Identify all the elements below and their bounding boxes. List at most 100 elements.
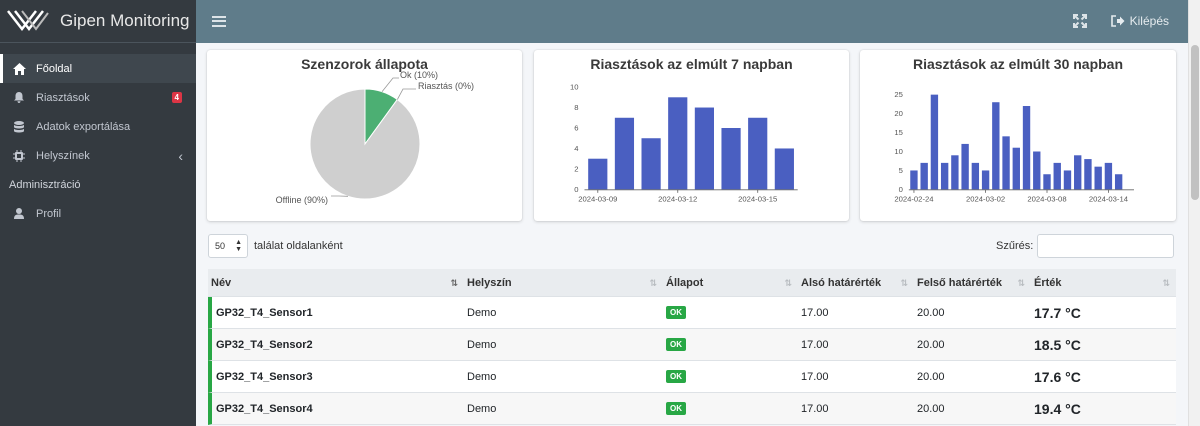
chevron-left-icon: ‹ (178, 147, 183, 164)
bar (721, 128, 741, 190)
bell-icon (12, 91, 26, 105)
sidebar-item-label: Adatok exportálása (36, 120, 131, 133)
table-body: GP32_T4_Sensor1 Demo OK 17.00 20.00 17.7… (208, 297, 1176, 425)
sensor-value: 17.7 °C (1034, 304, 1081, 321)
bar (992, 102, 1000, 190)
column-label: Állapot (666, 276, 704, 289)
x-tick-label: 2024-03-12 (658, 194, 697, 203)
pie-label: Offline (90%) (276, 195, 328, 205)
filter-input[interactable] (1037, 234, 1175, 258)
sidebar-item-export[interactable]: Adatok exportálása (0, 112, 196, 141)
pie-slice (309, 88, 421, 200)
sidebar-item-label: Főoldal (36, 62, 73, 75)
table-row[interactable]: GP32_T4_Sensor4 Demo OK 17.00 20.00 19.4… (208, 393, 1176, 425)
status-cell: OK (663, 297, 798, 328)
bar (1104, 162, 1113, 190)
status-cell: OK (663, 361, 798, 392)
y-tick-label: 20 (894, 109, 903, 118)
sidebar: Gipen Monitoring Főoldal Riasztások 4 Ad… (0, 0, 196, 426)
sensor-table: Név ⇅ Helyszín ⇅ Állapot ⇅ Alsó határérték ⇅… (208, 269, 1176, 425)
sidebar-item-label: Helyszínek (36, 149, 90, 162)
low-limit: 17.00 (801, 402, 829, 415)
pie-leader-line (396, 88, 416, 100)
status-badge: OK (666, 402, 686, 415)
column-label: Helyszín (467, 276, 512, 289)
bar (1094, 166, 1102, 190)
high-limit: 20.00 (917, 402, 945, 415)
bar (1053, 162, 1061, 190)
logout-button[interactable]: Kilépés (1110, 14, 1169, 28)
sort-asc-icon: ⇅ (450, 278, 458, 288)
table-header: Név ⇅ Helyszín ⇅ Állapot ⇅ Alsó határérték ⇅… (208, 269, 1176, 297)
sort-icon: ⇅ (1162, 278, 1170, 288)
bar (668, 97, 688, 190)
filter-label: Szűrés: (996, 240, 1034, 252)
status-cell: OK (663, 393, 798, 424)
logout-label: Kilépés (1129, 14, 1169, 28)
x-tick-label: 2024-03-09 (578, 194, 617, 203)
column-header-low-limit[interactable]: Alsó határérték ⇅ (798, 269, 914, 296)
bar (588, 158, 608, 190)
sensor-name: GP32_T4_Sensor4 (216, 402, 313, 415)
column-header-location[interactable]: Helyszín ⇅ (464, 269, 663, 296)
hamburger-menu-icon[interactable] (212, 15, 226, 29)
filter-control: Szűrés: (996, 234, 1175, 258)
table-row[interactable]: GP32_T4_Sensor3 Demo OK 17.00 20.00 17.6… (208, 361, 1176, 393)
column-label: Érték (1034, 276, 1062, 289)
y-tick-label: 10 (894, 147, 903, 156)
sensor-name: GP32_T4_Sensor1 (216, 306, 313, 319)
table-row[interactable]: GP32_T4_Sensor1 Demo OK 17.00 20.00 17.7… (208, 297, 1176, 329)
sidebar-item-label: Riasztások (36, 91, 90, 104)
sidebar-item-locations[interactable]: Helyszínek ‹ (0, 141, 196, 170)
column-label: Név (211, 276, 232, 289)
logout-icon (1110, 15, 1125, 27)
sensor-value: 17.6 °C (1034, 368, 1081, 385)
sort-icon: ⇅ (1017, 278, 1025, 288)
sensor-location: Demo (467, 338, 497, 351)
page-scrollbar[interactable] (1188, 0, 1200, 426)
pie-label: Riasztás (0%) (418, 81, 474, 91)
column-label: Felső határérték (917, 276, 1002, 289)
page-length-value: 50 (215, 241, 226, 251)
brand-product: Monitoring (110, 11, 190, 30)
sidebar-item-profile[interactable]: Profil (0, 199, 196, 228)
admin-section-header: Adminisztráció (9, 178, 81, 191)
bar (641, 138, 661, 190)
bar (694, 107, 714, 190)
alerts-30days-card: Riasztások az elmúlt 30 napban 0 5 10 15 20 2… (860, 50, 1176, 221)
table-row[interactable]: GP32_T4_Sensor2 Demo OK 17.00 20.00 18.5… (208, 329, 1176, 361)
bar (748, 117, 768, 190)
home-icon (12, 62, 26, 76)
bar (1063, 170, 1072, 190)
brand-name: Gipen (60, 11, 106, 30)
fullscreen-icon[interactable] (1073, 14, 1087, 28)
topbar: Kilépés (196, 0, 1188, 43)
bar (774, 148, 794, 190)
y-tick-label: 4 (574, 144, 579, 153)
page-length-select[interactable]: 50 ▲ ▼ (208, 234, 248, 258)
sort-icon: ⇅ (784, 278, 792, 288)
bar (1002, 136, 1010, 190)
bar (971, 162, 980, 190)
alerts-7days-bar-chart: 0 2 4 6 8 10 2024-03-09 2024-03-12 2024-03-15 (570, 83, 798, 203)
high-limit: 20.00 (917, 306, 945, 319)
select-arrows-icon: ▲ ▼ (235, 239, 242, 253)
user-icon (12, 207, 26, 221)
page-length-control: 50 ▲ ▼ találat oldalanként (208, 234, 343, 258)
column-header-name[interactable]: Név ⇅ (208, 269, 464, 296)
column-header-value[interactable]: Érték ⇅ (1031, 269, 1176, 296)
column-header-high-limit[interactable]: Felső határérték ⇅ (914, 269, 1031, 296)
low-limit: 17.00 (801, 338, 829, 351)
sensor-value: 18.5 °C (1034, 336, 1081, 353)
status-badge: OK (666, 370, 686, 383)
sidebar-item-alerts[interactable]: Riasztások 4 (0, 83, 196, 112)
x-tick-label: 2024-03-08 (1027, 194, 1066, 203)
sidebar-item-home[interactable]: Főoldal (0, 54, 196, 83)
x-tick-label: 2024-03-14 (1089, 194, 1129, 203)
low-limit: 17.00 (801, 370, 829, 383)
brand[interactable]: Gipen Monitoring (0, 0, 196, 43)
column-header-status[interactable]: Állapot ⇅ (663, 269, 798, 296)
sensor-value: 19.4 °C (1034, 400, 1081, 417)
scrollbar-thumb[interactable] (1191, 45, 1199, 200)
page-length-label: találat oldalanként (254, 240, 343, 252)
